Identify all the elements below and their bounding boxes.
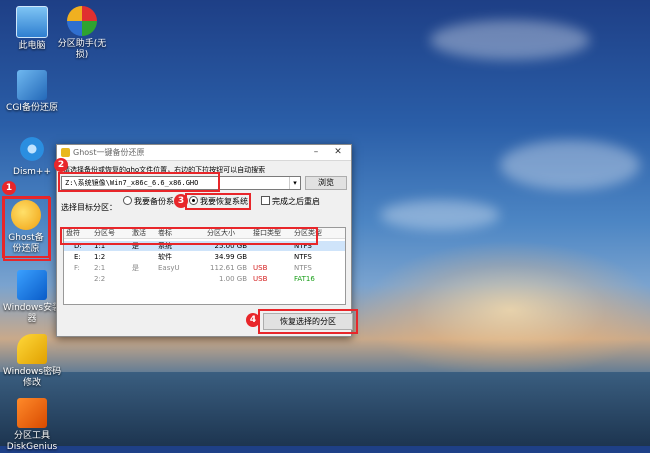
reboot-checkbox[interactable]: 完成之后重启 — [261, 196, 320, 207]
table-row[interactable]: 2:2 1.00 GB USB FAT16 — [64, 274, 345, 284]
computer-icon — [16, 6, 48, 38]
close-icon[interactable]: ✕ — [331, 146, 345, 158]
browse-button[interactable]: 浏览 — [305, 176, 347, 190]
annotation-box-restore-button — [258, 309, 358, 334]
chevron-down-icon[interactable]: ▾ — [289, 177, 300, 189]
desktop-icon-windows-password[interactable]: Windows密码修改 — [2, 334, 62, 389]
partition-assistant-icon — [67, 6, 97, 36]
step-badge-3: 3 — [174, 194, 188, 208]
annotation-box-path — [58, 172, 220, 192]
desktop-icon-cgi-backup[interactable]: CGI备份还原 — [2, 70, 62, 114]
desktop-icon-partition-assistant[interactable]: 分区助手(无损) — [52, 6, 112, 61]
ghost-app-icon — [61, 148, 70, 157]
desktop-icon-dism[interactable]: Dism++ — [2, 134, 62, 178]
annotation-box-ghost-icon — [3, 197, 51, 261]
annotation-box-restore-option — [185, 193, 251, 210]
step-badge-1: 1 — [2, 181, 16, 195]
diskgenius-icon — [17, 398, 47, 428]
desktop-icon-windows-installer[interactable]: Windows安装器 — [2, 270, 62, 325]
minimize-icon[interactable]: – — [309, 146, 323, 158]
annotation-box-selected-row — [60, 227, 318, 245]
step-badge-4: 4 — [246, 313, 260, 327]
dialog-titlebar[interactable]: Ghost一键备份还原 – ✕ — [57, 145, 351, 161]
gear-icon — [17, 134, 47, 164]
table-row[interactable]: F: 2:1 是 EasyU 112.61 GB USB NTFS — [64, 263, 345, 273]
radio-icon — [123, 196, 132, 205]
target-partition-label: 选择目标分区： — [61, 203, 117, 212]
desktop-icon-diskgenius[interactable]: 分区工具DiskGenius — [2, 398, 62, 453]
step-badge-2: 2 — [54, 158, 68, 172]
cgi-backup-icon — [17, 70, 47, 100]
dialog-title: Ghost一键备份还原 — [73, 148, 145, 157]
windows-installer-icon — [17, 270, 47, 300]
key-icon — [17, 334, 47, 364]
checkbox-icon — [261, 196, 270, 205]
table-row[interactable]: E: 1:2 软件 34.99 GB NTFS — [64, 252, 345, 262]
